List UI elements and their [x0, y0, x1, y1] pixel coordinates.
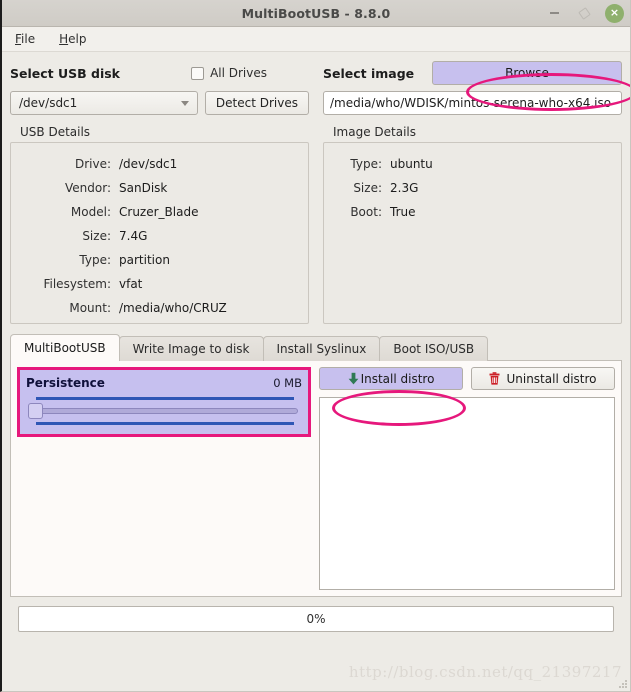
tab-panel-multibootusb: Persistence 0 MB Install distro Uninstal…: [10, 360, 622, 597]
usb-detail-key: Mount:: [69, 301, 111, 315]
usb-detail-row: Type: partition: [17, 253, 302, 267]
close-glyph: ×: [609, 6, 620, 19]
image-details-group: Image Details Type: ubuntu Size: 2.3G Bo…: [323, 125, 622, 324]
install-distro-button[interactable]: Install distro: [319, 367, 463, 390]
usb-detail-key: Vendor:: [65, 181, 111, 195]
slider-ticks-bottom: [36, 422, 294, 425]
watermark-text: http://blog.csdn.net/qq_21397217: [348, 663, 622, 681]
tab-strip: MultiBootUSB Write Image to disk Install…: [10, 334, 622, 361]
download-arrow-icon: [348, 372, 359, 385]
usb-detail-key: Filesystem:: [43, 277, 111, 291]
browse-button[interactable]: Browse: [432, 61, 622, 85]
tab-write-image-to-disk[interactable]: Write Image to disk: [118, 336, 264, 361]
distro-action-buttons: Install distro Uninstall distro: [319, 367, 615, 390]
usb-column: Select USB disk All Drives /dev/sdc1 Det…: [10, 62, 309, 324]
usb-header-row: Select USB disk All Drives: [10, 62, 309, 84]
tab-boot-iso-usb[interactable]: Boot ISO/USB: [379, 336, 489, 361]
usb-control-row: /dev/sdc1 Detect Drives: [10, 91, 309, 115]
image-details-title: Image Details: [333, 125, 416, 139]
close-icon[interactable]: ×: [605, 3, 624, 23]
usb-detail-value: /media/who/CRUZ: [119, 301, 227, 315]
usb-detail-value: vfat: [119, 277, 143, 291]
uninstall-distro-label: Uninstall distro: [506, 371, 597, 386]
detect-drives-button[interactable]: Detect Drives: [204, 91, 309, 115]
persistence-header: Persistence 0 MB: [26, 374, 302, 392]
slider-handle[interactable]: [28, 403, 43, 419]
usb-disk-select-value: /dev/sdc1: [19, 96, 78, 110]
usb-detail-key: Type:: [79, 253, 111, 267]
tabs-section: MultiBootUSB Write Image to disk Install…: [10, 334, 622, 597]
usb-details-box: Drive: /dev/sdc1 Vendor: SanDisk Model: …: [10, 142, 309, 324]
usb-detail-key: Model:: [70, 205, 111, 219]
main-content: Select USB disk All Drives /dev/sdc1 Det…: [2, 52, 630, 632]
all-drives-checkbox-wrap[interactable]: All Drives: [191, 66, 267, 80]
image-detail-row: Size: 2.3G: [330, 181, 615, 195]
persistence-label: Persistence: [26, 376, 105, 390]
tab-multibootusb[interactable]: MultiBootUSB: [10, 334, 120, 361]
progress-bar: 0%: [18, 606, 614, 632]
all-drives-label: All Drives: [210, 66, 267, 80]
usb-detail-row: Model: Cruzer_Blade: [17, 205, 302, 219]
usb-detail-row: Vendor: SanDisk: [17, 181, 302, 195]
usb-detail-key: Size:: [82, 229, 111, 243]
usb-details-group: USB Details Drive: /dev/sdc1 Vendor: San…: [10, 125, 309, 324]
tab-install-syslinux[interactable]: Install Syslinux: [262, 336, 381, 361]
image-detail-key: Boot:: [350, 205, 382, 219]
progress-text: 0%: [306, 612, 326, 626]
menu-help-rest: elp: [68, 32, 87, 46]
image-path-row: /media/who/WDISK/mintos-serena-who-x64.i…: [323, 91, 622, 115]
persistence-panel: Persistence 0 MB: [17, 367, 311, 590]
menu-file-rest: ile: [21, 32, 36, 46]
image-column: Select image Browse /media/who/WDISK/min…: [323, 61, 622, 324]
usb-detail-value: SanDisk: [119, 181, 168, 195]
persistence-value: 0 MB: [273, 376, 302, 390]
persistence-highlight-box: Persistence 0 MB: [17, 367, 311, 437]
image-path-field[interactable]: /media/who/WDISK/mintos-serena-who-x64.i…: [323, 91, 622, 115]
menu-item-help[interactable]: Help: [56, 30, 89, 48]
window-controls: ×: [545, 0, 624, 26]
select-usb-disk-label: Select USB disk: [10, 65, 120, 81]
image-detail-row: Boot: True: [330, 205, 615, 219]
menu-item-file[interactable]: File: [12, 30, 38, 48]
usb-detail-value: Cruzer_Blade: [119, 205, 199, 219]
persistence-group: Persistence 0 MB: [20, 370, 308, 434]
image-detail-value: True: [390, 205, 416, 219]
usb-details-title: USB Details: [20, 125, 91, 139]
image-detail-key: Type:: [350, 157, 382, 171]
usb-detail-row: Mount: /media/who/CRUZ: [17, 301, 302, 315]
image-detail-key: Size:: [353, 181, 382, 195]
usb-detail-value: /dev/sdc1: [119, 157, 178, 171]
usb-detail-value: partition: [119, 253, 170, 267]
window-title: MultiBootUSB - 8.8.0: [241, 5, 391, 21]
image-detail-value: 2.3G: [390, 181, 419, 195]
top-columns: Select USB disk All Drives /dev/sdc1 Det…: [10, 52, 622, 324]
maximize-icon[interactable]: [575, 4, 593, 22]
resize-grip[interactable]: [618, 679, 628, 689]
distro-panel: Install distro Uninstall distro: [319, 367, 615, 590]
install-distro-label: Install distro: [360, 371, 435, 386]
slider-groove: [31, 408, 298, 414]
slider-ticks-top: [36, 397, 294, 400]
installed-distros-list[interactable]: [319, 397, 615, 590]
image-header-row: Select image Browse: [323, 61, 622, 85]
image-detail-value: ubuntu: [390, 157, 433, 171]
select-image-label: Select image: [323, 65, 415, 81]
usb-detail-row: Filesystem: vfat: [17, 277, 302, 291]
chevron-down-icon: [180, 101, 189, 106]
usb-detail-value: 7.4G: [119, 229, 148, 243]
image-details-box: Type: ubuntu Size: 2.3G Boot: True: [323, 142, 622, 324]
usb-detail-row: Drive: /dev/sdc1: [17, 157, 302, 171]
app-window: MultiBootUSB - 8.8.0 × File Help Select …: [0, 0, 631, 692]
usb-detail-key: Drive:: [74, 157, 111, 171]
persistence-slider[interactable]: [26, 394, 302, 428]
minimize-icon[interactable]: [545, 4, 563, 22]
trash-icon: [489, 372, 500, 385]
uninstall-distro-button[interactable]: Uninstall distro: [471, 367, 615, 390]
usb-detail-row: Size: 7.4G: [17, 229, 302, 243]
all-drives-checkbox[interactable]: [191, 66, 205, 80]
image-detail-row: Type: ubuntu: [330, 157, 615, 171]
title-bar: MultiBootUSB - 8.8.0 ×: [2, 0, 630, 27]
menu-bar: File Help: [2, 27, 630, 52]
usb-disk-select[interactable]: /dev/sdc1: [10, 91, 198, 115]
